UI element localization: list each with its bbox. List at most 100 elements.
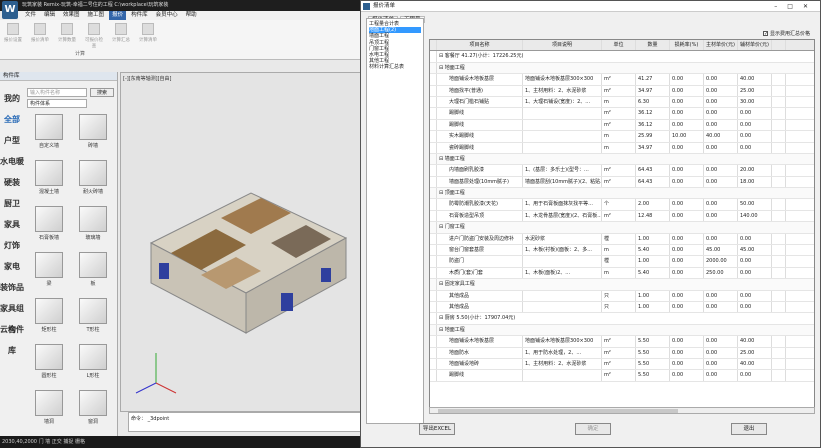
cell-qty[interactable]: 41.27 bbox=[636, 74, 670, 85]
column-header[interactable]: 单位 bbox=[602, 40, 636, 51]
column-header[interactable]: 数量 bbox=[636, 40, 670, 51]
cell-desc[interactable]: 地面铺设木地板基层300×300 bbox=[523, 336, 602, 347]
cell-mat[interactable]: 0.00 bbox=[704, 233, 738, 245]
component-tile[interactable]: 板 bbox=[74, 250, 112, 292]
cell-loss[interactable]: 0.00 bbox=[670, 290, 704, 301]
column-header[interactable]: 辅材单价(元) bbox=[738, 40, 772, 51]
component-tile[interactable]: 砖墙 bbox=[74, 112, 112, 154]
table-row[interactable]: 地面找平(普通) 1、主材用料：2、水泥砂浆 m² 34.97 0.00 0.00 25.0… bbox=[430, 85, 814, 97]
cell-aux[interactable]: 40.00 bbox=[738, 336, 772, 347]
table-row[interactable]: 其他成品只 1.00 0.00 0.00 0.00 bbox=[430, 301, 814, 314]
cell-loss[interactable]: 0.00 bbox=[670, 176, 704, 188]
cell-aux[interactable]: 140.00 bbox=[738, 210, 772, 222]
category-item[interactable]: 硬装 bbox=[0, 172, 24, 193]
cell-loss[interactable]: 0.00 bbox=[670, 96, 704, 108]
cell-mat[interactable]: 0.00 bbox=[704, 85, 738, 96]
cell-unit[interactable]: m bbox=[602, 267, 636, 279]
app-logo[interactable]: W bbox=[2, 1, 18, 19]
table-row[interactable]: 内墙面刷乳胶漆 1、(基层：多乐士)(型号：... m² 64.43 0.00 0.00 2… bbox=[430, 165, 814, 177]
component-tile[interactable]: L形柱 bbox=[74, 342, 112, 384]
ribbon-button[interactable]: 计算清单 bbox=[137, 23, 159, 47]
cell-qty[interactable]: 34.97 bbox=[636, 85, 670, 96]
cell-mat[interactable]: 0.00 bbox=[704, 142, 738, 153]
component-tile[interactable]: 矩形柱 bbox=[30, 296, 68, 338]
ribbon-button[interactable]: 计算汇总 bbox=[110, 23, 132, 47]
cell-qty[interactable]: 1.00 bbox=[636, 233, 670, 245]
cell-mat[interactable]: 0.00 bbox=[704, 199, 738, 210]
cell-qty[interactable]: 1.00 bbox=[636, 290, 670, 301]
table-row[interactable]: 地面铺设木地板基层 地面铺设木地板基层300×300 m² 41.27 0.00 0.00… bbox=[430, 74, 814, 86]
cell-unit[interactable]: m bbox=[602, 245, 636, 256]
cell-loss[interactable]: 0.00 bbox=[670, 336, 704, 347]
cell-aux[interactable]: 0.00 bbox=[738, 233, 772, 245]
cell-desc[interactable] bbox=[523, 108, 602, 119]
cell-qty[interactable]: 64.43 bbox=[636, 176, 670, 188]
cell-aux[interactable]: 40.00 bbox=[738, 358, 772, 370]
cell-mat[interactable]: 0.00 bbox=[704, 96, 738, 108]
component-tile[interactable]: 圆形柱 bbox=[30, 342, 68, 384]
table-row[interactable]: ⊟ 墙面工程 bbox=[430, 153, 814, 166]
cell-aux[interactable]: 0.00 bbox=[738, 108, 772, 119]
cell-qty[interactable]: 6.30 bbox=[636, 96, 670, 108]
cell-unit[interactable]: m² bbox=[602, 74, 636, 85]
cell-unit[interactable]: m² bbox=[602, 370, 636, 381]
cell-mat[interactable]: 250.00 bbox=[704, 267, 738, 279]
component-tile[interactable]: 自定义墙 bbox=[30, 112, 68, 154]
cell-qty[interactable]: 36.12 bbox=[636, 108, 670, 119]
cell-desc[interactable]: 1、大理石铺设(宽度)：2、... bbox=[523, 96, 602, 108]
category-item[interactable]: 云构件库 bbox=[0, 319, 24, 355]
cell-aux[interactable]: 20.00 bbox=[738, 165, 772, 176]
cell-desc[interactable]: 水泥砂浆 bbox=[523, 233, 602, 245]
ribbon-button[interactable]: 报价设置 bbox=[2, 23, 24, 47]
table-row[interactable]: ⊟ 地面工程 bbox=[430, 324, 814, 337]
category-item[interactable]: 装饰品 bbox=[0, 277, 24, 298]
cell-mat[interactable]: 0.00 bbox=[704, 210, 738, 222]
cell-loss[interactable]: 0.00 bbox=[670, 245, 704, 256]
cell-desc[interactable]: 1、主材用料：2、水泥砂浆 bbox=[523, 358, 602, 370]
tree-item[interactable]: 材料计算汇总表 bbox=[369, 64, 421, 70]
cell-loss[interactable]: 0.00 bbox=[670, 301, 704, 313]
command-line[interactable]: 命令： _3dpoint bbox=[128, 412, 362, 432]
category-item[interactable]: 灯饰 bbox=[0, 235, 24, 256]
cell-desc[interactable]: 1、(基层：多乐士)(型号：... bbox=[523, 165, 602, 176]
table-row[interactable]: ⊟ 地面工程 bbox=[430, 62, 814, 75]
menu-item[interactable]: 施工图 bbox=[85, 11, 108, 20]
cell-aux[interactable]: 30.00 bbox=[738, 96, 772, 108]
component-tile[interactable]: 耐火砖墙 bbox=[74, 158, 112, 200]
exit-button[interactable]: 退出 bbox=[731, 423, 767, 435]
horizontal-scrollbar[interactable] bbox=[429, 407, 815, 414]
cell-desc[interactable]: 1、用于石膏板面抹灰找平等... bbox=[523, 199, 602, 210]
cell-desc[interactable] bbox=[523, 370, 602, 381]
cell-mat[interactable]: 0.00 bbox=[704, 119, 738, 131]
cell-desc[interactable] bbox=[523, 119, 602, 131]
cell-desc[interactable] bbox=[523, 131, 602, 142]
category-item[interactable]: 我的 bbox=[0, 88, 24, 109]
table-row[interactable]: 瓷砖踢脚线 m 34.97 0.00 0.00 0.00 bbox=[430, 142, 814, 154]
cell-loss[interactable]: 0.00 bbox=[670, 85, 704, 96]
cell-loss[interactable]: 0.00 bbox=[670, 108, 704, 119]
cell-loss[interactable]: 0.00 bbox=[670, 74, 704, 85]
cell-qty[interactable]: 1.00 bbox=[636, 256, 670, 267]
cell-desc[interactable]: 1、用于防水处理，2、... bbox=[523, 347, 602, 358]
cell-loss[interactable]: 0.00 bbox=[670, 347, 704, 358]
cell-aux[interactable]: 0.00 bbox=[738, 301, 772, 313]
cell-loss[interactable]: 0.00 bbox=[670, 256, 704, 267]
menu-item[interactable]: 报价 bbox=[109, 11, 127, 20]
cell-loss[interactable]: 0.00 bbox=[670, 165, 704, 176]
cell-loss[interactable]: 0.00 bbox=[670, 210, 704, 222]
component-tile[interactable]: T形柱 bbox=[74, 296, 112, 338]
cell-loss[interactable]: 0.00 bbox=[670, 199, 704, 210]
cell-mat[interactable]: 0.00 bbox=[704, 301, 738, 313]
show-summary-checkbox[interactable]: ✓ 显示费用汇总价格 bbox=[762, 30, 810, 37]
ribbon-button[interactable]: 计算数量 bbox=[56, 23, 78, 47]
cell-qty[interactable]: 34.97 bbox=[636, 142, 670, 153]
cell-loss[interactable]: 10.00 bbox=[670, 131, 704, 142]
cell-aux[interactable]: 0.00 bbox=[738, 256, 772, 267]
category-item[interactable]: 户型 bbox=[0, 130, 24, 151]
ribbon-button[interactable]: 报价清单 bbox=[29, 23, 51, 47]
cell-aux[interactable]: 0.00 bbox=[738, 370, 772, 381]
table-row[interactable]: 石膏板造型吊顶 1、木龙骨基层(宽度)(2、石膏板... m² 12.48 0.00 0.… bbox=[430, 210, 814, 223]
cell-aux[interactable]: 0.00 bbox=[738, 119, 772, 131]
category-item[interactable]: 厨卫 bbox=[0, 193, 24, 214]
cell-aux[interactable]: 0.00 bbox=[738, 142, 772, 153]
